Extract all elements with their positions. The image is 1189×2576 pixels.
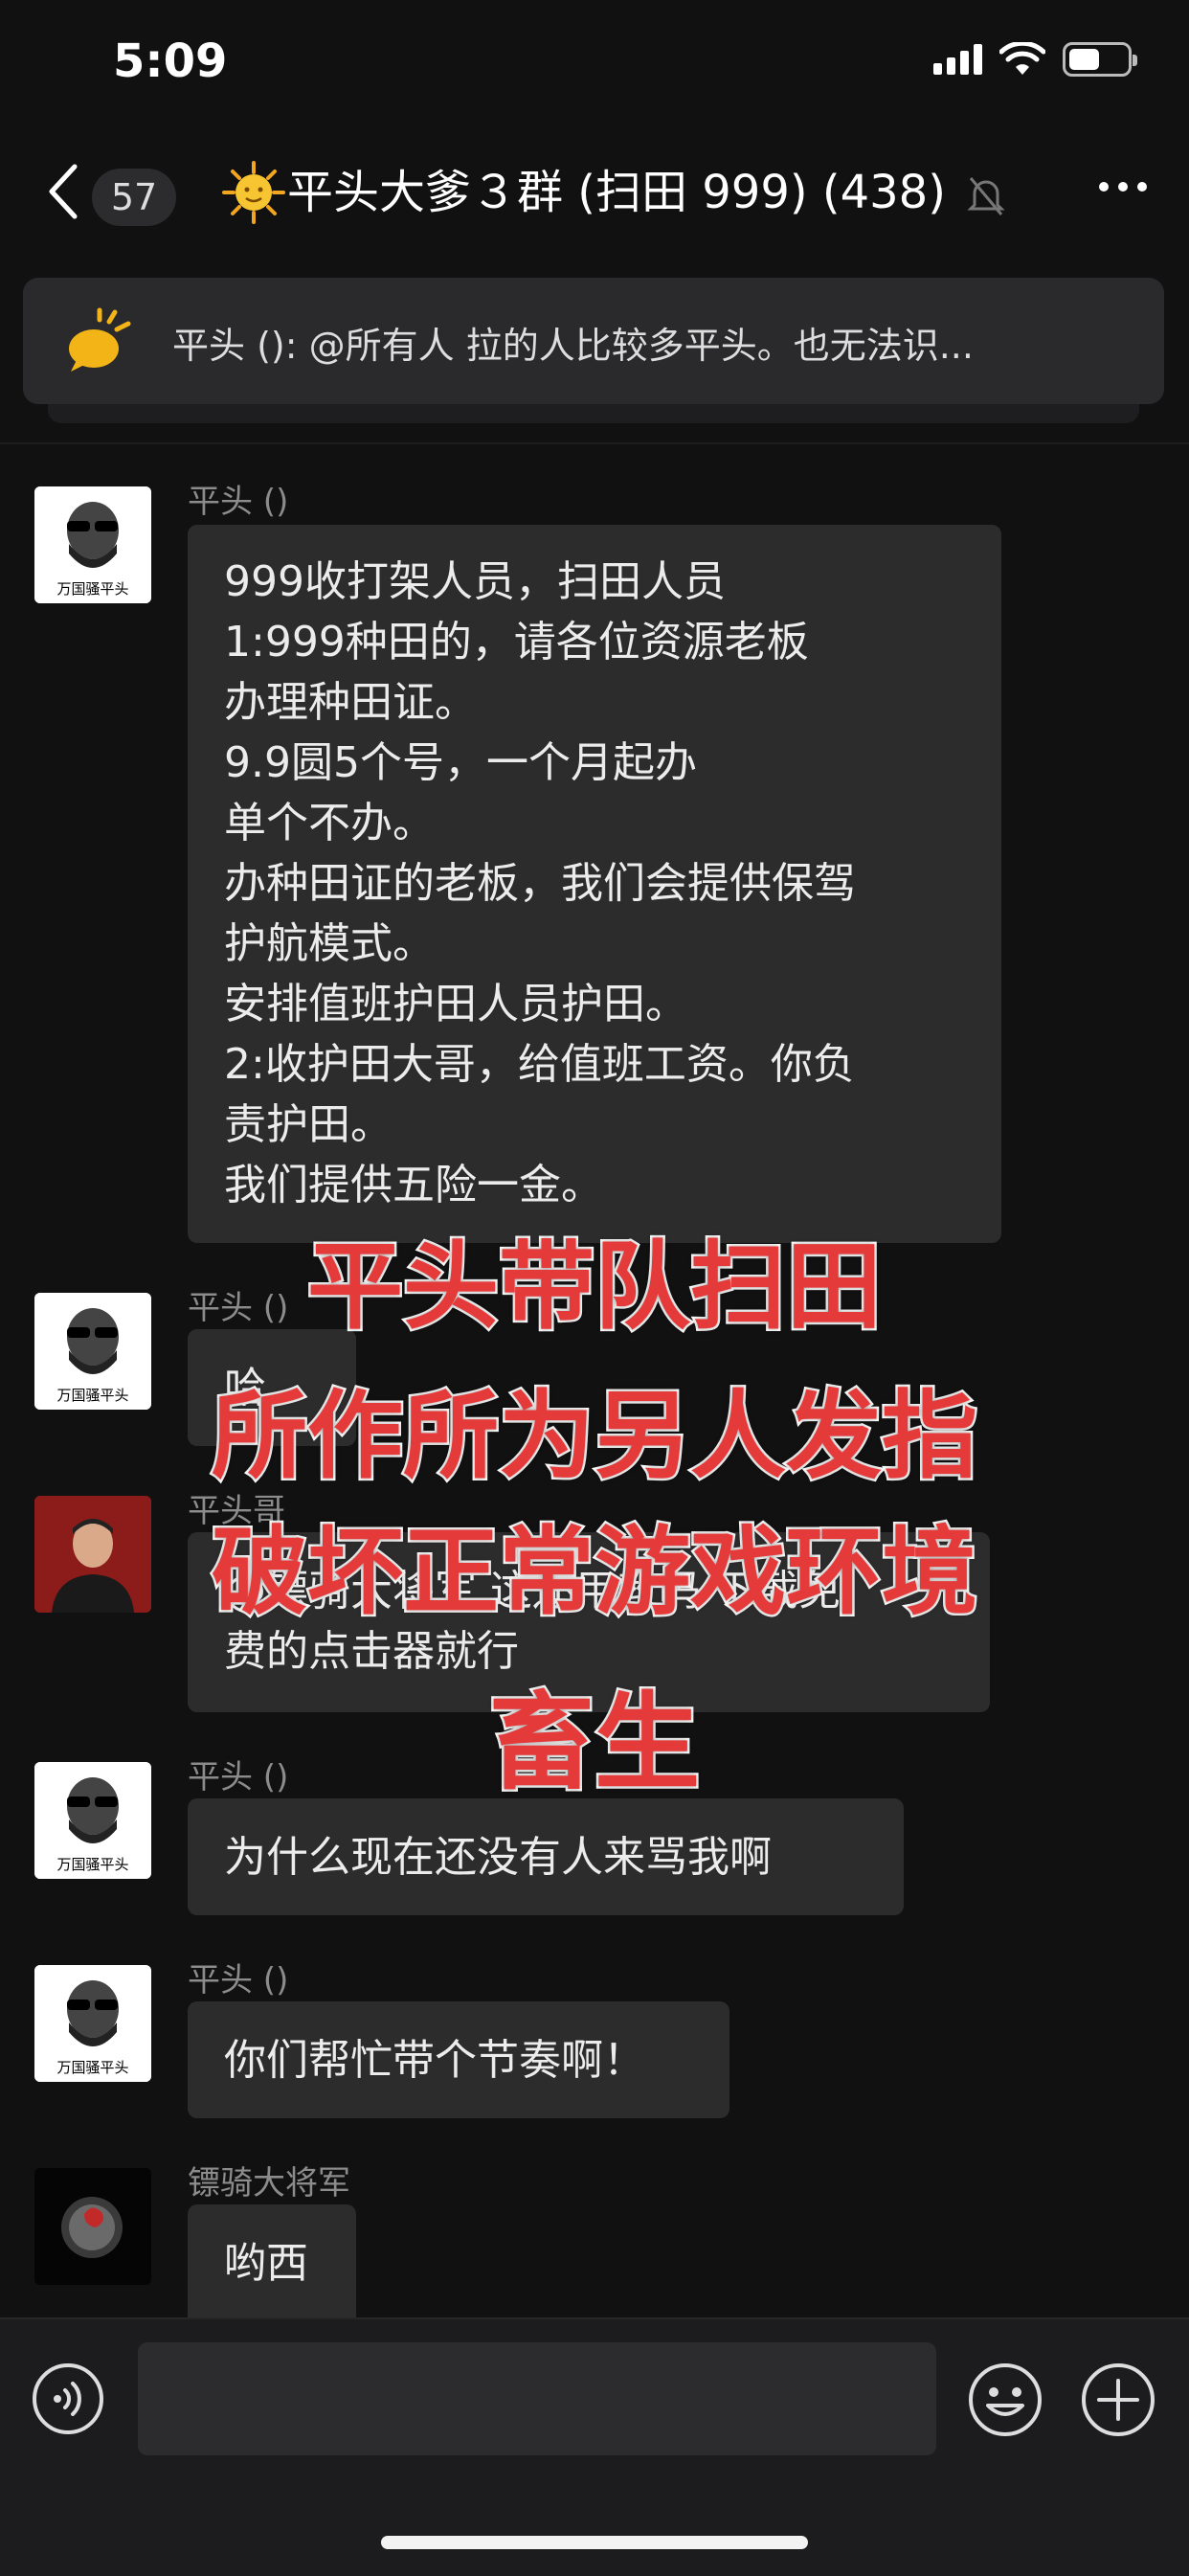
smiley-icon[interactable] (967, 2361, 1043, 2438)
battery-icon (1063, 42, 1137, 77)
message-line: 999收打架人员，扫田人员 (224, 557, 726, 606)
avatar-pingtou-illustration: 万国骚平头 (34, 486, 151, 603)
back-button[interactable] (42, 161, 84, 222)
home-indicator[interactable] (381, 2536, 808, 2549)
message-line: 哟西 (224, 2239, 308, 2288)
megaphone-icon (69, 307, 131, 372)
sun-emoji-icon (222, 161, 285, 224)
avatar-pingtou[interactable]: 万国骚平头 (34, 1965, 151, 2082)
overlay-caption-line: 平头带队扫田 (305, 1229, 885, 1345)
status-bar: 5:09 (0, 0, 1189, 134)
message-line: 护航模式。 (224, 919, 435, 968)
message-line: 1:999种田的，请各位资源老板 (224, 618, 809, 667)
unread-count-badge[interactable]: 57 (92, 169, 176, 226)
overlay-caption-line: 破坏正常游戏环境 (210, 1514, 980, 1631)
message-line: 2:收护田大哥，给值班工资。你负 (224, 1040, 855, 1089)
more-options-button[interactable] (1099, 182, 1147, 192)
avatar-biaoqi-photo (34, 2168, 151, 2285)
message-line: 我们提供五险一金。 (224, 1161, 603, 1209)
message-line: 你们帮忙带个节奏啊！ (224, 2036, 645, 2085)
chat-title: 平头大爹３群 (扫田 999) (438) (287, 166, 946, 219)
message-line: 责护田。 (224, 1100, 393, 1149)
group-notice-banner[interactable]: 平头 (): @所有人 拉的人比较多平头。也无法识... (23, 278, 1164, 404)
message-bubble[interactable]: 哟西 (188, 2204, 356, 2317)
avatar-pingtou[interactable]: 万国骚平头 (34, 486, 151, 603)
voice-icon[interactable] (31, 2361, 105, 2436)
sender-name: 平头 () (188, 483, 289, 521)
message-bubble[interactable]: 你们帮忙带个节奏啊！ (188, 2001, 729, 2118)
sender-name: 镖骑大将军 (188, 2164, 350, 2203)
battery-level (1069, 49, 1099, 70)
svg-text:万国骚平头: 万国骚平头 (56, 580, 128, 598)
avatar-pingtou-illustration: 万国骚平头 (34, 1965, 151, 2082)
plus-circle-icon[interactable] (1080, 2361, 1156, 2438)
sender-name: 平头 () (188, 1961, 289, 2000)
message-line: 为什么现在还没有人来骂我啊 (224, 1833, 772, 1882)
bell-slash-icon (967, 177, 1005, 215)
message-line: 单个不办。 (224, 799, 435, 847)
avatar-biaoqi[interactable] (34, 2168, 151, 2285)
message-bubble[interactable]: 为什么现在还没有人来骂我啊 (188, 1798, 904, 1915)
svg-text:万国骚平头: 万国骚平头 (56, 1856, 128, 1873)
notice-text: 平头 (): @所有人 拉的人比较多平头。也无法识... (172, 325, 974, 367)
message-line: 办种田证的老板，我们会提供保驾 (224, 859, 856, 908)
message-bubble[interactable]: 999收打架人员，扫田人员 1:999种田的，请各位资源老板 办理种田证。 9.… (188, 525, 1001, 1243)
svg-text:万国骚平头: 万国骚平头 (56, 2059, 128, 2076)
wifi-icon (999, 42, 1045, 75)
chat-header: 57 平头大爹３群 (扫田 999) (438) (0, 134, 1189, 249)
header-divider (0, 442, 1189, 444)
message-line: 安排值班护田人员护田。 (224, 980, 687, 1028)
overlay-caption-line: 所作所为另人发指 (210, 1378, 980, 1495)
status-icons (933, 42, 1137, 77)
message-line: 9.9圆5个号，一个月起办 (224, 738, 697, 787)
message-line: 办理种田证。 (224, 678, 477, 727)
status-time: 5:09 (113, 34, 228, 88)
cellular-signal-icon (933, 44, 982, 75)
overlay-caption-line: 畜生 (487, 1680, 703, 1807)
message-input[interactable] (138, 2342, 936, 2455)
